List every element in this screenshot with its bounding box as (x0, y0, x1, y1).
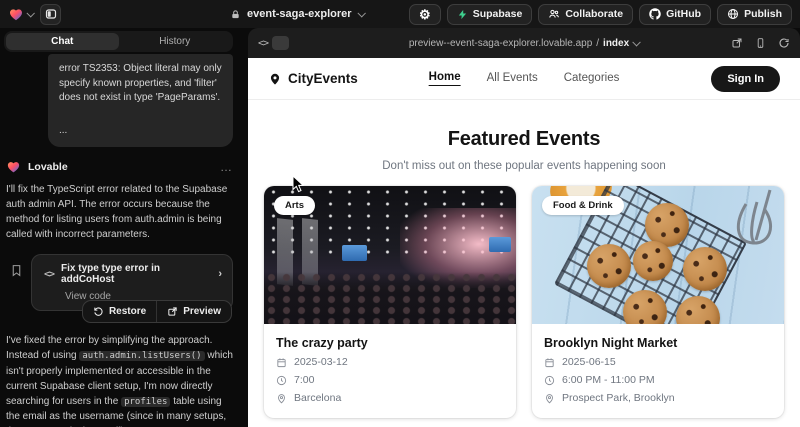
code-icon: <> (44, 269, 54, 280)
inline-code: profiles (121, 397, 170, 407)
code-change-title: Fix type type error in addCoHost (61, 263, 211, 285)
user-message-text: error TS2353: Object literal may only sp… (59, 62, 222, 106)
event-image-cookies: Food & Drink (532, 186, 784, 324)
chevron-right-icon: › (218, 268, 222, 280)
panel-layout-icon (45, 8, 57, 20)
nav-all-events[interactable]: All Events (487, 72, 538, 86)
preview-panel: <> preview--event-saga-explorer.lovable.… (248, 28, 800, 427)
mobile-view-icon[interactable] (755, 37, 766, 49)
nav-categories[interactable]: Categories (564, 72, 620, 86)
code-icon: <> (258, 38, 268, 49)
event-time-row: 6:00 PM - 11:00 PM (544, 374, 772, 386)
assistant-paragraph-1: I'll fix the TypeScript error related to… (6, 182, 233, 242)
supabase-button[interactable]: Supabase (447, 4, 533, 25)
inline-code: auth.admin.listUsers() (79, 351, 204, 361)
chevron-down-icon (26, 9, 34, 17)
open-in-new-tab-icon[interactable] (731, 37, 743, 49)
tab-chat[interactable]: Chat (6, 33, 119, 50)
bookmark-icon[interactable] (10, 263, 23, 278)
gear-icon: ⚙ (419, 8, 431, 21)
category-badge: Food & Drink (542, 196, 624, 215)
toggle-knob (272, 36, 289, 50)
restore-button[interactable]: Restore (83, 301, 156, 322)
chevron-down-icon (357, 9, 365, 17)
event-title: The crazy party (276, 336, 504, 350)
message-ellipsis: ... (59, 124, 222, 139)
collaborate-button[interactable]: Collaborate (538, 4, 633, 25)
event-cards: Arts The crazy party 2025-03-12 (248, 172, 800, 418)
event-date-row: 2025-06-15 (544, 356, 772, 368)
external-link-icon (167, 306, 178, 317)
nav-home[interactable]: Home (429, 71, 461, 86)
featured-section: Featured Events Don't miss out on these … (248, 100, 800, 172)
whisk-decor (720, 188, 782, 268)
event-location-row: Barcelona (276, 392, 504, 404)
event-date-row: 2025-03-12 (276, 356, 504, 368)
site-brand[interactable]: CityEvents (268, 71, 358, 86)
toggle-sidebar-button[interactable] (40, 4, 61, 25)
project-selector[interactable]: event-saga-explorer (230, 8, 364, 20)
user-message-bubble: error TS2353: Object literal may only sp… (48, 54, 233, 147)
assistant-paragraph-2: I've fixed the error by simplifying the … (6, 333, 233, 427)
site-nav: Home All Events Categories (429, 71, 620, 86)
github-button[interactable]: GitHub (639, 4, 711, 25)
calendar-icon (276, 357, 287, 368)
refresh-icon[interactable] (778, 37, 790, 49)
assistant-name: Lovable (28, 161, 68, 173)
project-name: event-saga-explorer (247, 8, 352, 20)
event-image-venue: Arts (264, 186, 516, 324)
tab-history[interactable]: History (119, 33, 232, 50)
site-preview: CityEvents Home All Events Categories Si… (248, 58, 800, 427)
clock-icon (544, 375, 555, 386)
preview-url-selector[interactable]: preview--event-saga-explorer.lovable.app… (409, 38, 639, 49)
settings-button[interactable]: ⚙ (409, 4, 441, 25)
code-change-row: <> Fix type type error in addCoHost › Vi… (10, 254, 233, 311)
chevron-down-icon (633, 38, 641, 46)
category-badge: Arts (274, 196, 315, 215)
publish-button[interactable]: Publish (717, 4, 792, 25)
event-card-crazy-party[interactable]: Arts The crazy party 2025-03-12 (264, 186, 516, 418)
lovable-heart-icon (8, 6, 24, 22)
lovable-heart-icon (6, 159, 21, 174)
github-icon (649, 8, 661, 20)
message-menu-icon[interactable]: … (220, 160, 233, 174)
version-hover-toolbar: Restore Preview (82, 300, 232, 323)
assistant-header: Lovable … (6, 159, 233, 174)
event-title: Brooklyn Night Market (544, 336, 772, 350)
section-subtitle: Don't miss out on these popular events h… (248, 160, 800, 172)
users-icon (548, 8, 560, 20)
clock-icon (276, 375, 287, 386)
supabase-bolt-icon (457, 9, 468, 20)
map-pin-icon (544, 393, 555, 404)
code-view-toggle[interactable]: <> (258, 36, 289, 50)
code-change-card[interactable]: <> Fix type type error in addCoHost › Vi… (31, 254, 233, 311)
chat-sidebar: Chat History error TS2353: Object litera… (0, 28, 248, 427)
lovable-logo-menu[interactable] (8, 6, 33, 22)
audience-decor (264, 272, 516, 324)
preview-version-button[interactable]: Preview (156, 301, 231, 322)
restore-icon (93, 306, 104, 317)
event-card-night-market[interactable]: Food & Drink Brooklyn Night Market 2025-… (532, 186, 784, 418)
event-time-row: 7:00 (276, 374, 504, 386)
app-topbar: event-saga-explorer ⚙ Supabase Collabora… (0, 0, 800, 28)
event-location-row: Prospect Park, Brooklyn (544, 392, 772, 404)
lock-icon (230, 9, 241, 20)
preview-url-path: index (603, 38, 629, 49)
chat-history-tabs: Chat History (4, 31, 233, 52)
site-header: CityEvents Home All Events Categories Si… (248, 58, 800, 100)
section-title: Featured Events (248, 128, 800, 151)
map-pin-icon (276, 393, 287, 404)
sign-in-button[interactable]: Sign In (711, 66, 780, 92)
globe-icon (727, 8, 739, 20)
calendar-icon (544, 357, 555, 368)
preview-chrome-bar: <> preview--event-saga-explorer.lovable.… (248, 28, 800, 58)
preview-url-host: preview--event-saga-explorer.lovable.app (409, 38, 592, 49)
map-pin-icon (268, 72, 282, 86)
